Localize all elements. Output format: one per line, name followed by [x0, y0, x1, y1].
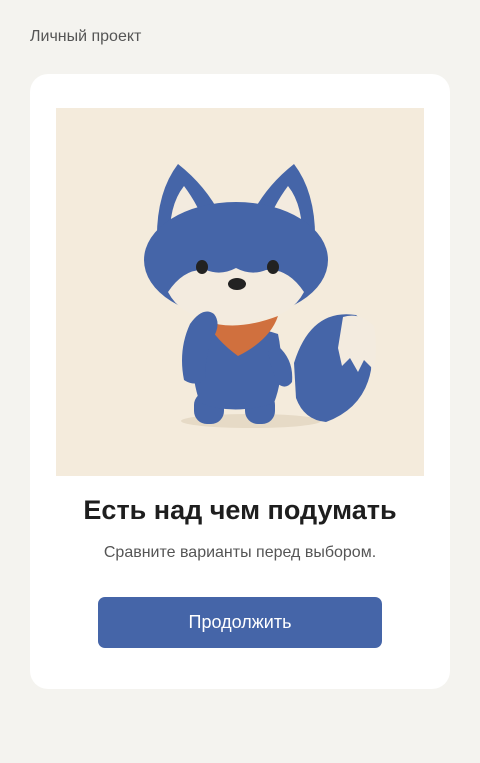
fox-mascot-icon [144, 164, 376, 428]
continue-button[interactable]: Продолжить [98, 597, 382, 648]
project-label: Личный проект [30, 28, 142, 45]
content-card: Есть над чем подумать Сравните варианты … [30, 74, 450, 689]
fox-mascot-illustration [56, 108, 424, 476]
card-title: Есть над чем подумать [83, 495, 397, 525]
card-subtitle: Сравните варианты перед выбором. [103, 544, 377, 561]
